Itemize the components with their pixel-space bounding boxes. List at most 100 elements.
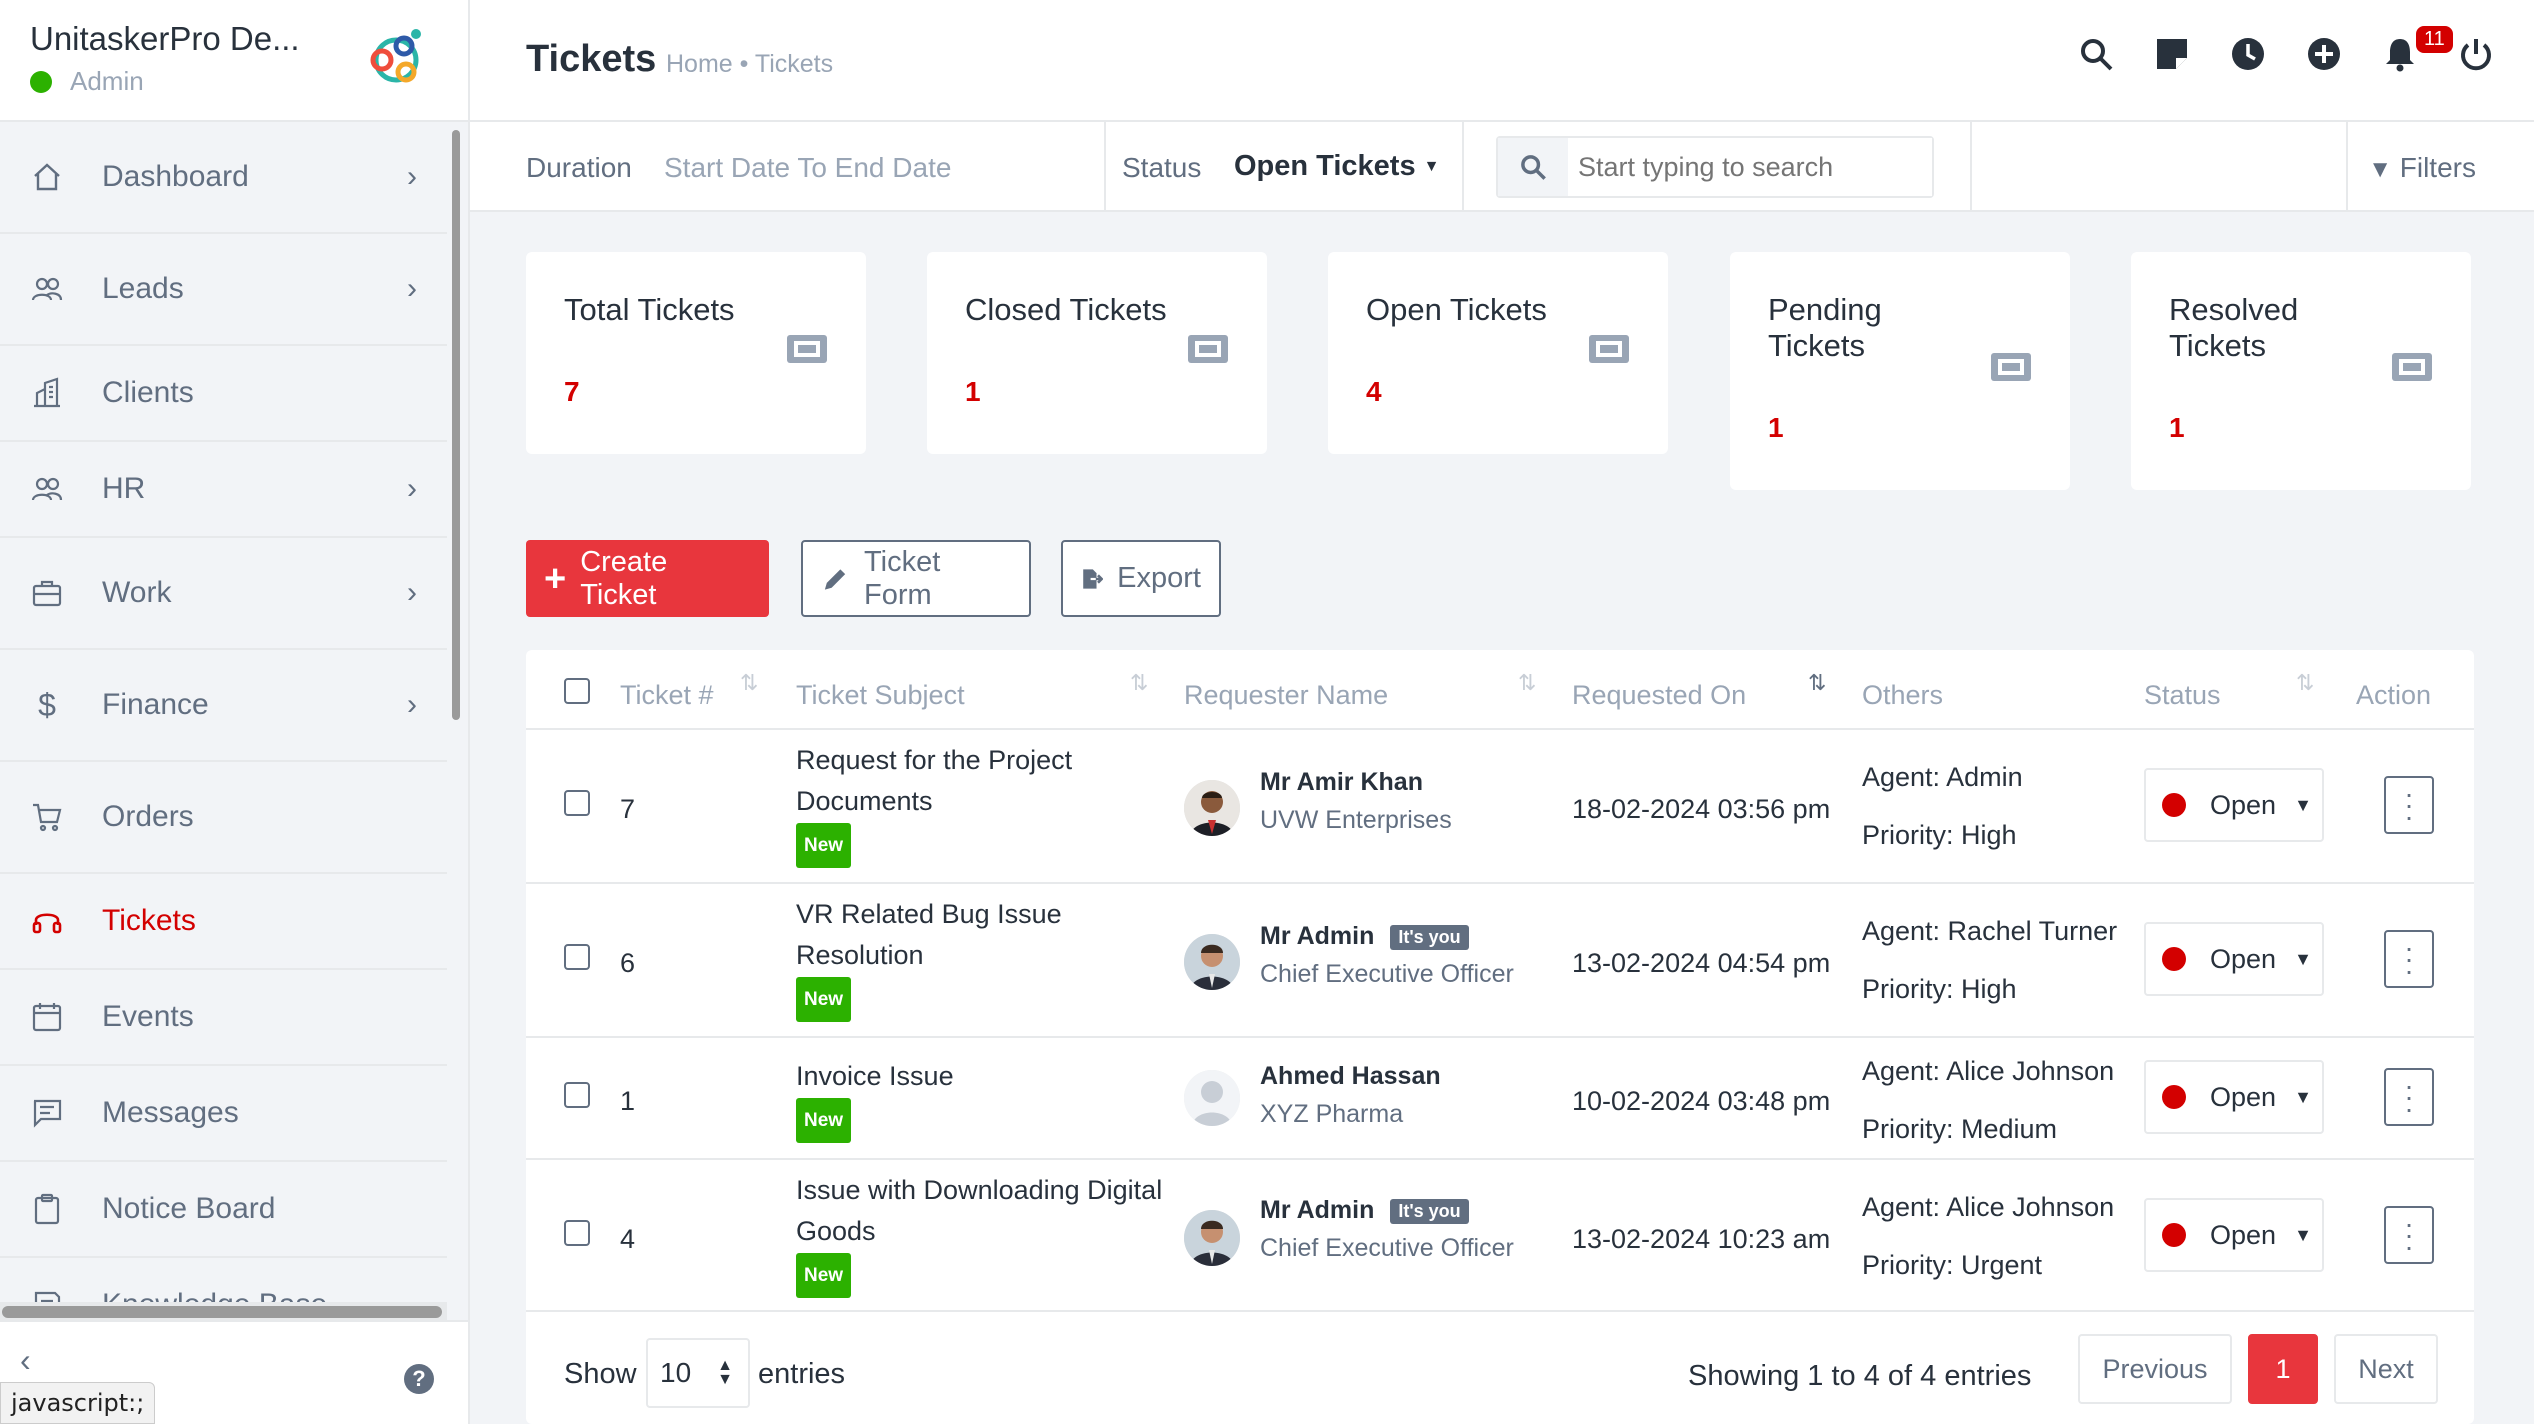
card-value[interactable]: 4 bbox=[1366, 376, 1382, 408]
column-header-ticket-number[interactable]: Ticket # bbox=[620, 680, 714, 711]
briefcase-icon bbox=[30, 576, 64, 610]
row-action-menu-button[interactable]: · · · bbox=[2384, 1068, 2434, 1126]
requester-name[interactable]: Ahmed Hassan bbox=[1260, 1062, 1441, 1091]
sidebar-scrollbar[interactable] bbox=[452, 130, 460, 720]
status-filter-select[interactable]: Open Tickets ▼ bbox=[1234, 150, 1439, 183]
sidebar-item-leads[interactable]: Leads › bbox=[0, 234, 447, 346]
sort-icon[interactable]: ⇅ bbox=[740, 670, 758, 696]
card-value[interactable]: 1 bbox=[965, 376, 981, 408]
sidebar-item-events[interactable]: Events bbox=[0, 970, 447, 1066]
ticket-subject-link[interactable]: Invoice Issue bbox=[796, 1056, 1176, 1097]
ticket-icon bbox=[1991, 353, 2031, 381]
search-icon bbox=[1498, 138, 1568, 196]
sidebar-menu: Dashboard › Leads › Clients HR › Work › … bbox=[0, 122, 447, 1302]
export-button[interactable]: Export bbox=[1061, 540, 1221, 617]
divider bbox=[1462, 122, 1464, 212]
requester-name[interactable]: Mr Admin bbox=[1260, 1196, 1374, 1224]
requester-name[interactable]: Mr Amir Khan bbox=[1260, 768, 1423, 797]
power-icon[interactable] bbox=[2458, 36, 2494, 72]
sort-icon[interactable]: ⇅ bbox=[1130, 670, 1148, 696]
card-value[interactable]: 1 bbox=[2169, 412, 2185, 444]
column-header-requester[interactable]: Requester Name bbox=[1184, 680, 1388, 711]
cart-icon bbox=[30, 800, 64, 834]
page-1-button[interactable]: 1 bbox=[2248, 1334, 2318, 1404]
sidebar-item-label: Finance bbox=[102, 688, 209, 721]
column-header-subject[interactable]: Ticket Subject bbox=[796, 680, 965, 711]
row-action-menu-button[interactable]: · · · bbox=[2384, 930, 2434, 988]
previous-page-button[interactable]: Previous bbox=[2078, 1334, 2232, 1404]
sidebar-horizontal-scrollbar[interactable] bbox=[0, 1302, 447, 1320]
sidebar-item-hr[interactable]: HR › bbox=[0, 442, 447, 538]
agent: Agent: Rachel Turner bbox=[1862, 916, 2118, 946]
help-icon[interactable]: ? bbox=[404, 1364, 434, 1394]
sticky-note-icon[interactable] bbox=[2154, 36, 2190, 72]
scrollbar-thumb[interactable] bbox=[2, 1306, 442, 1318]
filters-button[interactable]: ▼ Filters bbox=[2368, 152, 2476, 184]
sidebar-item-notice-board[interactable]: Notice Board bbox=[0, 1162, 447, 1258]
agent: Agent: Alice Johnson bbox=[1862, 1192, 2115, 1222]
kebab-menu-icon: · · · bbox=[2404, 932, 2414, 986]
users-icon bbox=[30, 272, 64, 306]
funnel-icon: ▼ bbox=[2368, 156, 2392, 183]
card-title: Open Tickets bbox=[1366, 292, 1547, 327]
row-checkbox[interactable] bbox=[564, 944, 590, 970]
brand-header[interactable]: UnitaskerPro De... Admin bbox=[0, 0, 468, 122]
row-action-menu-button[interactable]: · · · bbox=[2384, 776, 2434, 834]
breadcrumb[interactable]: Home • Tickets bbox=[666, 50, 833, 79]
ticket-number: 7 bbox=[620, 794, 636, 824]
status-value: Open bbox=[2210, 1081, 2277, 1112]
chevron-right-icon: › bbox=[407, 688, 417, 721]
search-icon[interactable] bbox=[2078, 36, 2114, 72]
sidebar-item-knowledge-base[interactable]: Knowledge Base bbox=[0, 1258, 447, 1302]
kebab-menu-icon: · · · bbox=[2404, 778, 2414, 832]
sidebar-item-dashboard[interactable]: Dashboard › bbox=[0, 122, 447, 234]
card-value[interactable]: 1 bbox=[1768, 412, 1784, 444]
card-title: Pending Tickets bbox=[1768, 292, 1882, 363]
duration-picker[interactable]: Start Date To End Date bbox=[664, 152, 951, 184]
bell-icon[interactable]: 11 bbox=[2382, 26, 2453, 72]
filter-bar: Duration Start Date To End Date Status O… bbox=[470, 122, 2534, 212]
file-export-icon bbox=[1083, 568, 1104, 589]
column-header-status[interactable]: Status bbox=[2144, 680, 2221, 711]
page-size-select[interactable]: 10 ▲ ▼ bbox=[646, 1338, 750, 1408]
requester-name[interactable]: Mr Admin bbox=[1260, 922, 1374, 950]
column-header-requested-on[interactable]: Requested On bbox=[1572, 680, 1746, 711]
create-ticket-label: Create Ticket bbox=[580, 545, 668, 611]
search-input[interactable] bbox=[1568, 138, 1932, 196]
row-checkbox[interactable] bbox=[564, 790, 590, 816]
sidebar-item-work[interactable]: Work › bbox=[0, 538, 447, 650]
sidebar-item-messages[interactable]: Messages bbox=[0, 1066, 447, 1162]
next-page-button[interactable]: Next bbox=[2334, 1334, 2438, 1404]
stat-card-pending: Pending Tickets 1 bbox=[1730, 252, 2070, 490]
add-circle-icon[interactable] bbox=[2306, 36, 2342, 72]
sidebar-item-finance[interactable]: $ Finance › bbox=[0, 650, 447, 762]
ticket-subject-link[interactable]: Issue with Downloading Digital Goods bbox=[796, 1170, 1176, 1252]
sort-icon[interactable]: ⇅ bbox=[1808, 670, 1826, 696]
sort-icon[interactable]: ⇅ bbox=[2296, 670, 2314, 696]
row-checkbox[interactable] bbox=[564, 1082, 590, 1108]
collapse-sidebar-icon[interactable]: ‹ bbox=[20, 1342, 31, 1379]
status-select[interactable]: Open ▼ bbox=[2144, 922, 2324, 996]
table-row: 4 Issue with Downloading Digital Goods N… bbox=[526, 1158, 2474, 1310]
clock-icon[interactable] bbox=[2230, 36, 2266, 72]
ticket-subject-link[interactable]: VR Related Bug Issue Resolution bbox=[796, 894, 1176, 976]
sort-icon[interactable]: ⇅ bbox=[1518, 670, 1536, 696]
status-select[interactable]: Open ▼ bbox=[2144, 768, 2324, 842]
sidebar-item-orders[interactable]: Orders bbox=[0, 762, 447, 874]
ticket-form-button[interactable]: Ticket Form bbox=[801, 540, 1031, 617]
row-checkbox[interactable] bbox=[564, 1220, 590, 1246]
create-ticket-button[interactable]: + Create Ticket bbox=[526, 540, 769, 617]
sidebar-item-tickets[interactable]: Tickets bbox=[0, 874, 447, 970]
card-value[interactable]: 7 bbox=[564, 376, 580, 408]
kebab-menu-icon: · · · bbox=[2404, 1070, 2414, 1124]
main-content: Tickets Home • Tickets 11 Duration Start… bbox=[470, 0, 2534, 1424]
select-all-checkbox[interactable] bbox=[564, 678, 590, 704]
status-select[interactable]: Open ▼ bbox=[2144, 1198, 2324, 1272]
sidebar-item-clients[interactable]: Clients bbox=[0, 346, 447, 442]
ticket-subject-link[interactable]: Request for the Project Documents bbox=[796, 740, 1176, 822]
entries-summary: Showing 1 to 4 of 4 entries bbox=[1688, 1360, 2032, 1392]
book-icon bbox=[30, 1288, 64, 1302]
status-select[interactable]: Open ▼ bbox=[2144, 1060, 2324, 1134]
row-action-menu-button[interactable]: · · · bbox=[2384, 1206, 2434, 1264]
status-value: Open bbox=[2210, 1219, 2277, 1250]
